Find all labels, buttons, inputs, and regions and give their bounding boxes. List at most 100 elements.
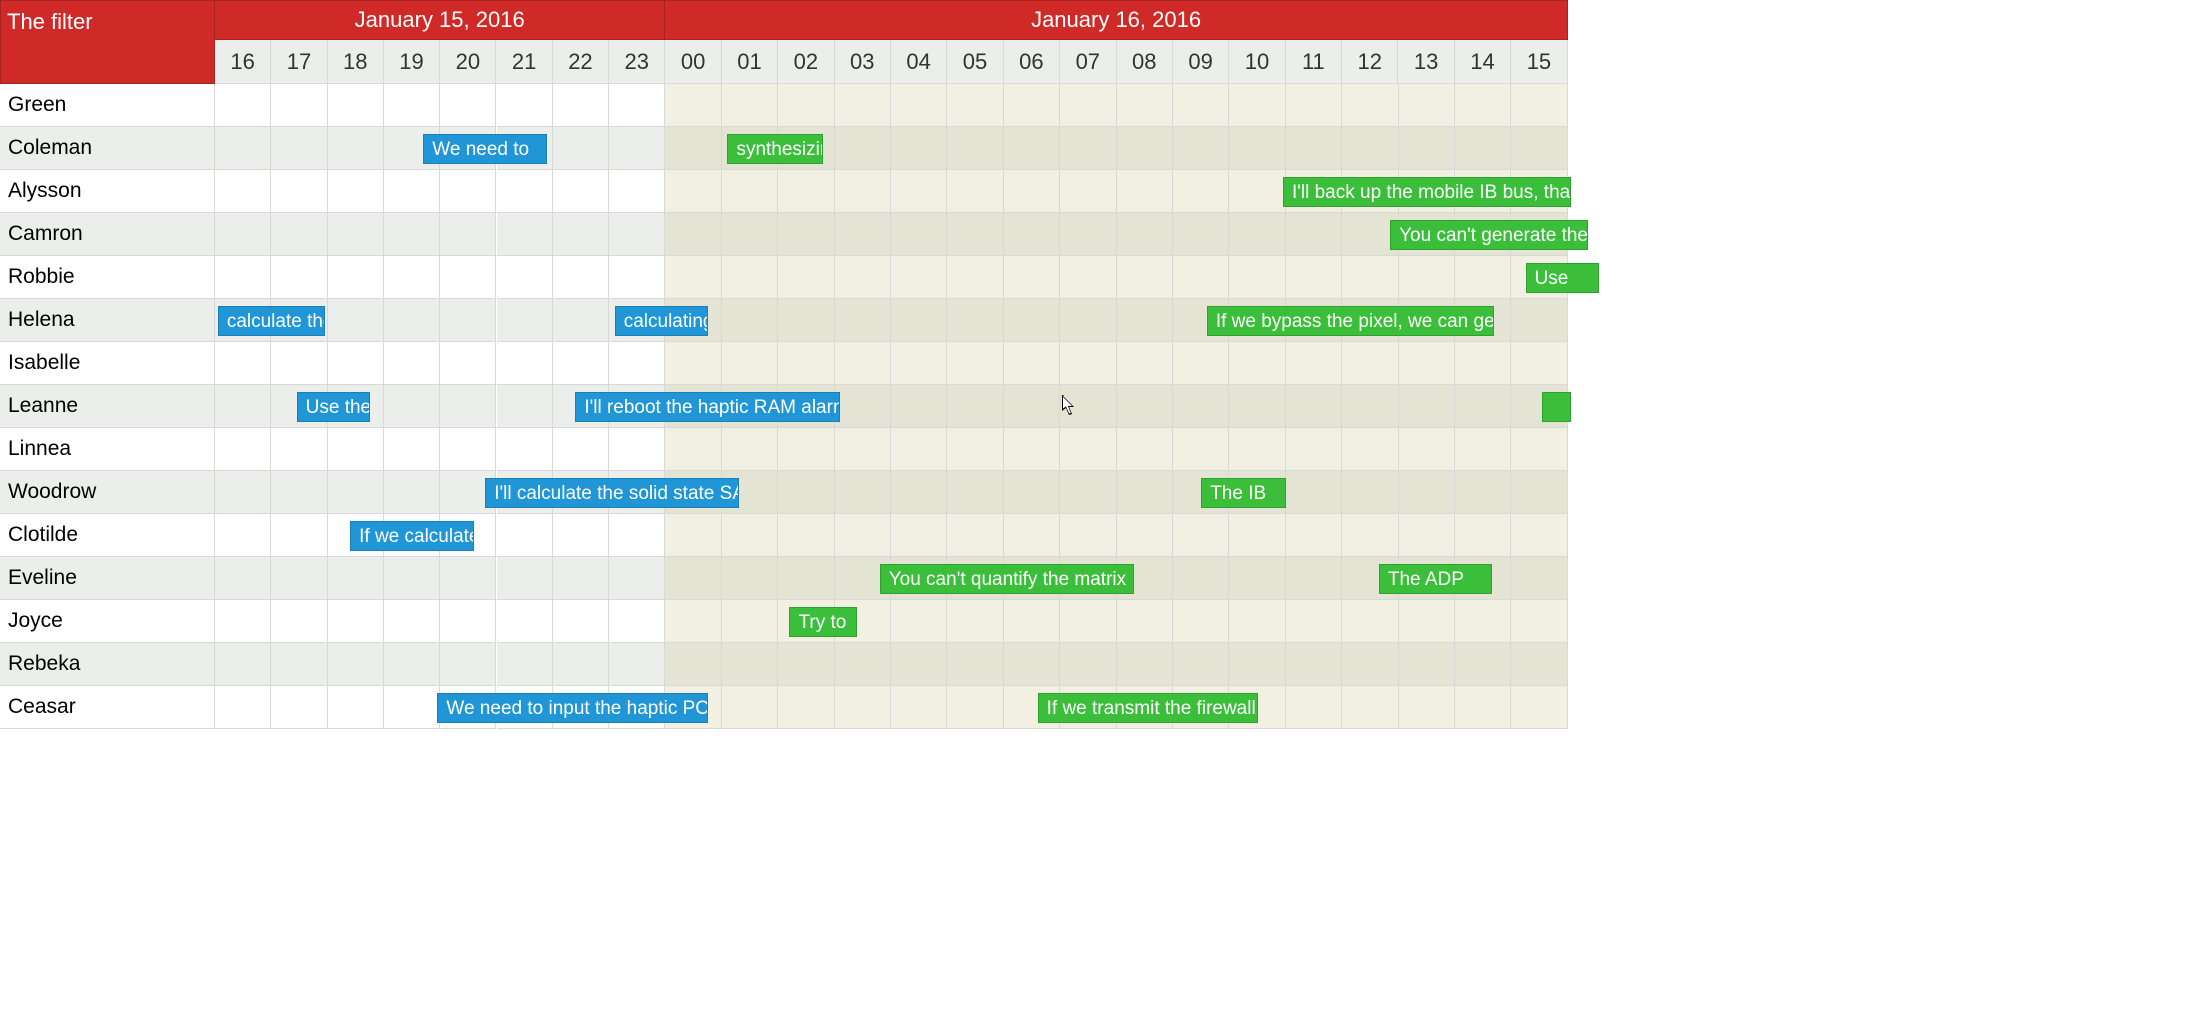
- grid-cell[interactable]: [215, 385, 271, 428]
- resource-cell[interactable]: Green: [0, 84, 215, 127]
- grid-cell[interactable]: [1342, 600, 1398, 643]
- grid-cell[interactable]: [1173, 84, 1229, 127]
- grid-cell[interactable]: [1173, 170, 1229, 213]
- grid-cell[interactable]: [1286, 213, 1342, 256]
- grid-cell[interactable]: [1060, 127, 1116, 170]
- grid-cell[interactable]: [271, 256, 327, 299]
- grid-cell[interactable]: [271, 84, 327, 127]
- grid-cell[interactable]: [1173, 256, 1229, 299]
- grid-cell[interactable]: [835, 84, 891, 127]
- grid-cell[interactable]: [891, 213, 947, 256]
- timeline-event[interactable]: Use: [1526, 263, 1599, 293]
- grid-cell[interactable]: [722, 256, 778, 299]
- grid-cell[interactable]: [215, 686, 271, 729]
- grid-cell[interactable]: [271, 643, 327, 686]
- grid-cell[interactable]: [328, 170, 384, 213]
- grid-cell[interactable]: [1060, 600, 1116, 643]
- grid-cell[interactable]: [553, 299, 609, 342]
- grid-cell[interactable]: [384, 557, 440, 600]
- grid-cell[interactable]: [384, 686, 440, 729]
- resource-cell[interactable]: Isabelle: [0, 342, 215, 385]
- grid-cell[interactable]: [1511, 428, 1567, 471]
- grid-cell[interactable]: [1286, 428, 1342, 471]
- timeline-event[interactable]: You can't generate the: [1390, 220, 1587, 250]
- grid-cell[interactable]: [1173, 514, 1229, 557]
- grid-cell[interactable]: [1455, 471, 1511, 514]
- grid-cell[interactable]: [328, 471, 384, 514]
- resource-cell[interactable]: Woodrow: [0, 471, 215, 514]
- grid-cell[interactable]: [328, 342, 384, 385]
- grid-cell[interactable]: [1342, 471, 1398, 514]
- grid-cell[interactable]: [271, 514, 327, 557]
- grid-cell[interactable]: [215, 170, 271, 213]
- grid-cell[interactable]: [553, 256, 609, 299]
- grid-cell[interactable]: [778, 557, 834, 600]
- grid-cell[interactable]: [1004, 600, 1060, 643]
- resource-cell[interactable]: Clotilde: [0, 514, 215, 557]
- grid-cell[interactable]: [1117, 170, 1173, 213]
- grid-cell[interactable]: [665, 557, 721, 600]
- grid-cell[interactable]: [1286, 84, 1342, 127]
- grid-cell[interactable]: [1117, 256, 1173, 299]
- grid-cell[interactable]: [891, 170, 947, 213]
- grid-cell[interactable]: [1173, 385, 1229, 428]
- grid-cell[interactable]: [328, 428, 384, 471]
- grid-cell[interactable]: [1399, 514, 1455, 557]
- timeline-event[interactable]: If we bypass the pixel, we can get to: [1207, 306, 1495, 336]
- grid-cell[interactable]: [553, 643, 609, 686]
- grid-cell[interactable]: [1286, 385, 1342, 428]
- grid-cell[interactable]: [665, 514, 721, 557]
- grid-cell[interactable]: [778, 84, 834, 127]
- grid-cell[interactable]: [440, 213, 496, 256]
- grid-cell[interactable]: [384, 213, 440, 256]
- grid-cell[interactable]: [1117, 385, 1173, 428]
- grid-cell[interactable]: [1004, 213, 1060, 256]
- grid-cell[interactable]: [215, 342, 271, 385]
- grid-cell[interactable]: [947, 127, 1003, 170]
- grid-cell[interactable]: [271, 127, 327, 170]
- grid-cell[interactable]: [1455, 514, 1511, 557]
- grid-cell[interactable]: [1399, 385, 1455, 428]
- grid-cell[interactable]: [947, 643, 1003, 686]
- grid-cell[interactable]: [1511, 600, 1567, 643]
- grid-cell[interactable]: [271, 170, 327, 213]
- grid-cell[interactable]: [1399, 84, 1455, 127]
- grid-cell[interactable]: [328, 686, 384, 729]
- timeline-event[interactable]: calculating: [615, 306, 708, 336]
- grid-cell[interactable]: [947, 428, 1003, 471]
- grid-cell[interactable]: [553, 127, 609, 170]
- grid-cell[interactable]: [1455, 385, 1511, 428]
- grid-cell[interactable]: [1060, 643, 1116, 686]
- grid-cell[interactable]: [835, 643, 891, 686]
- filter-corner[interactable]: The filter: [0, 0, 215, 84]
- grid-cell[interactable]: [891, 643, 947, 686]
- grid-cell[interactable]: [1399, 686, 1455, 729]
- grid-cell[interactable]: [609, 84, 665, 127]
- grid-cell[interactable]: [722, 514, 778, 557]
- grid-cell[interactable]: [328, 557, 384, 600]
- grid-cell[interactable]: [384, 256, 440, 299]
- grid-cell[interactable]: [497, 643, 553, 686]
- resource-cell[interactable]: Camron: [0, 213, 215, 256]
- grid-cell[interactable]: [440, 600, 496, 643]
- grid-cell[interactable]: [1455, 686, 1511, 729]
- grid-cell[interactable]: [1511, 557, 1567, 600]
- grid-cell[interactable]: [1117, 84, 1173, 127]
- grid-cell[interactable]: [1229, 256, 1285, 299]
- grid-cell[interactable]: [722, 213, 778, 256]
- grid-cell[interactable]: [665, 428, 721, 471]
- resource-cell[interactable]: Joyce: [0, 600, 215, 643]
- grid-cell[interactable]: [215, 256, 271, 299]
- grid-cell[interactable]: [835, 342, 891, 385]
- grid-cell[interactable]: [891, 428, 947, 471]
- grid-cell[interactable]: [553, 342, 609, 385]
- grid-cell[interactable]: [215, 471, 271, 514]
- grid-cell[interactable]: [271, 342, 327, 385]
- timeline-event[interactable]: We need to: [423, 134, 547, 164]
- resource-cell[interactable]: Robbie: [0, 256, 215, 299]
- grid-cell[interactable]: [835, 213, 891, 256]
- grid-cell[interactable]: [665, 213, 721, 256]
- grid-cell[interactable]: [271, 557, 327, 600]
- grid-cell[interactable]: [722, 643, 778, 686]
- resource-cell[interactable]: Linnea: [0, 428, 215, 471]
